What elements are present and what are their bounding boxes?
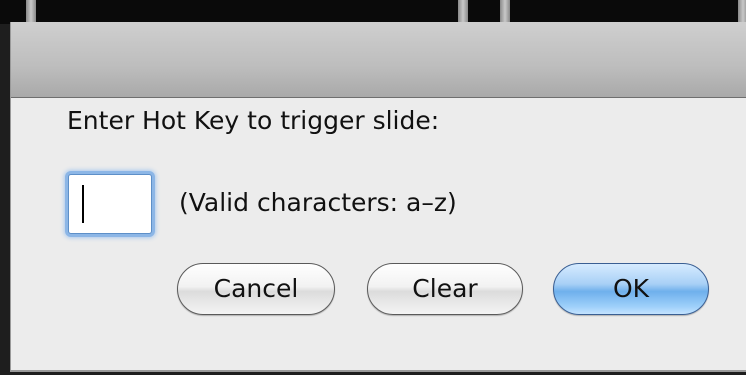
dialog-titlebar[interactable] — [11, 22, 746, 98]
clear-button[interactable]: Clear — [367, 263, 523, 315]
hot-key-input[interactable] — [68, 174, 152, 234]
background-divider — [500, 0, 510, 24]
background-divider — [738, 0, 746, 24]
background-divider — [26, 0, 36, 24]
hot-key-dialog: Enter Hot Key to trigger slide: (Valid c… — [10, 22, 746, 372]
cancel-button[interactable]: Cancel — [177, 263, 335, 315]
valid-characters-hint: (Valid characters: a–z) — [179, 188, 457, 217]
hot-key-prompt-label: Enter Hot Key to trigger slide: — [67, 106, 440, 135]
background-window-strip — [0, 0, 746, 24]
ok-button[interactable]: OK — [553, 263, 709, 315]
text-caret — [82, 185, 84, 223]
background-divider — [458, 0, 468, 24]
screen: Enter Hot Key to trigger slide: (Valid c… — [0, 0, 746, 375]
dialog-bottom-edge — [11, 370, 746, 372]
